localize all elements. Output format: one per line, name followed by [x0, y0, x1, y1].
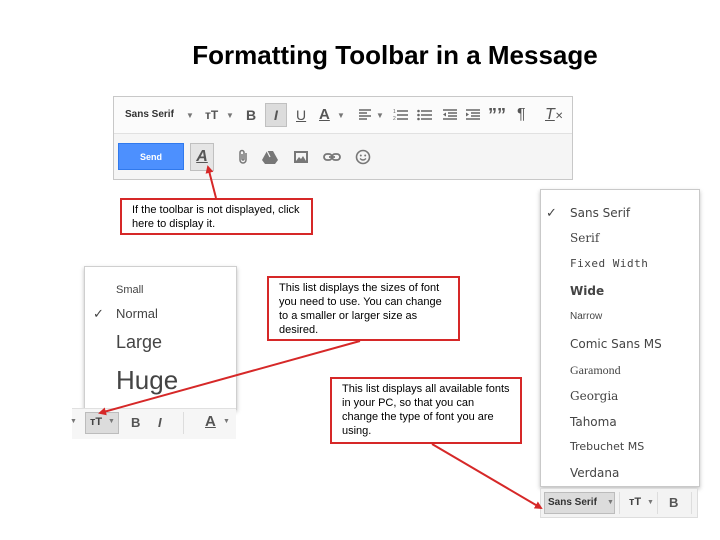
arrow-to-format-button	[205, 165, 217, 199]
arrow-to-font-button	[431, 443, 543, 510]
annotation-arrows	[98, 165, 543, 510]
arrow-to-size-button	[98, 340, 361, 416]
